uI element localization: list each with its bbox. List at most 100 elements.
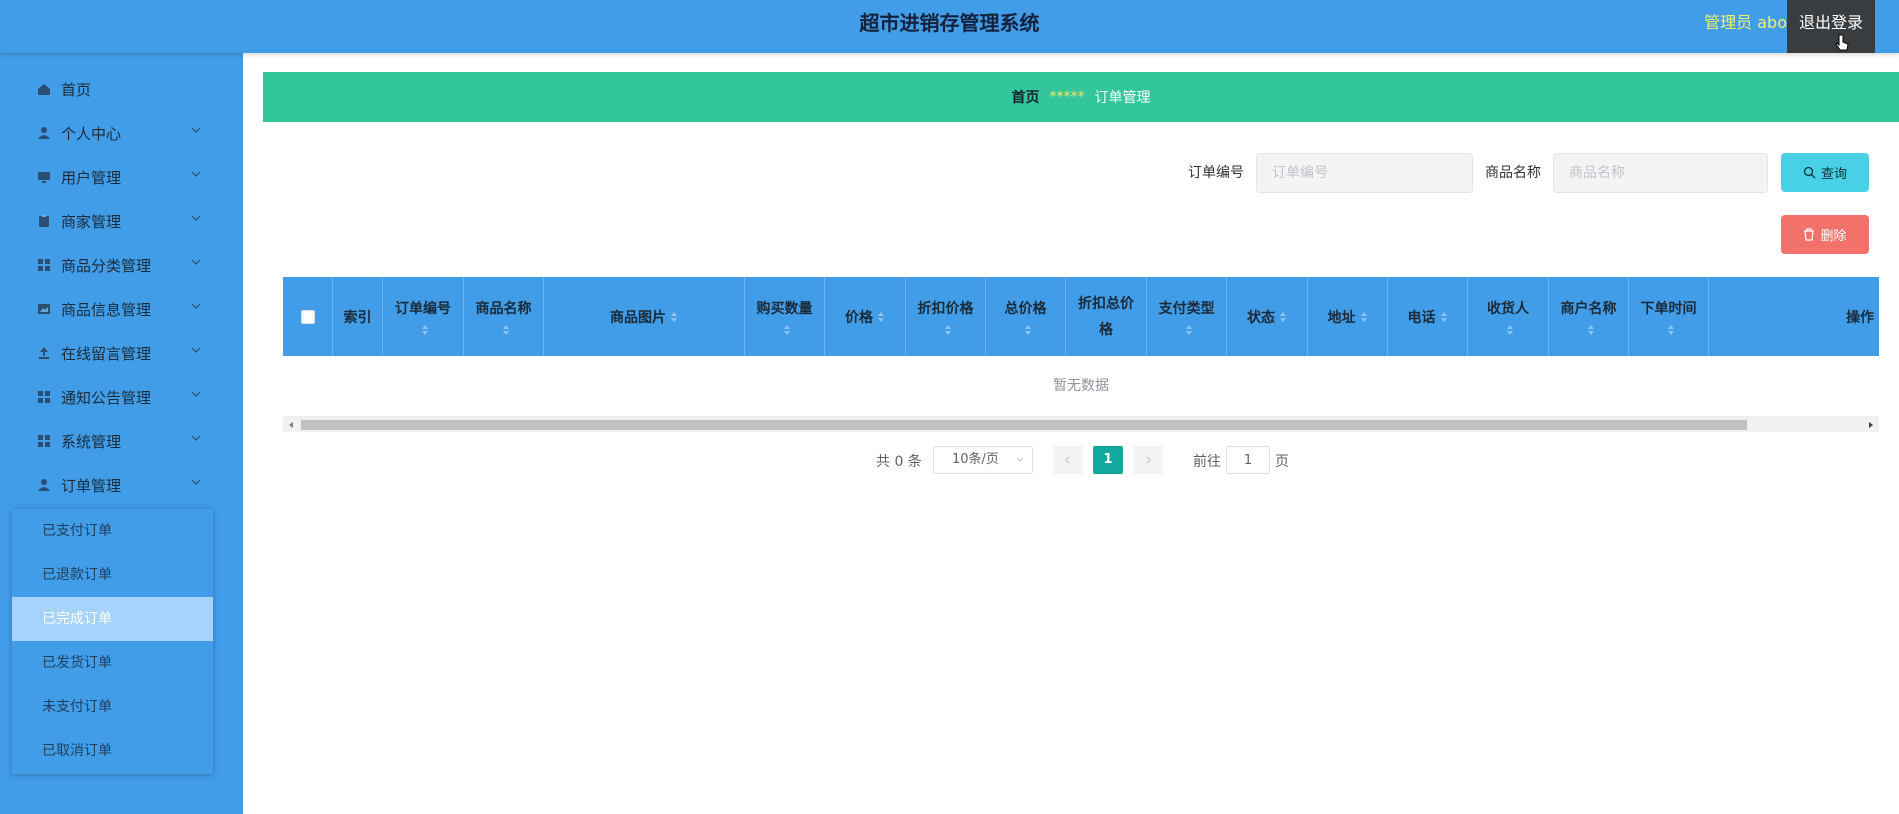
breadcrumb-current: 订单管理 [1094,90,1151,106]
clipboard-icon [39,215,49,227]
scrollbar-thumb[interactable] [301,420,1747,430]
sort-icon[interactable] [502,324,510,336]
sidebar-item-notices[interactable]: 通知公告管理 [0,375,243,419]
page-size-select[interactable]: 10条/页 [933,446,1033,474]
sort-icon[interactable] [877,311,885,323]
sidebar-item-users[interactable]: 用户管理 [0,155,243,199]
chevron-down-icon [191,259,201,265]
horizontal-scrollbar[interactable] [283,417,1879,432]
query-button-label: 查询 [1820,167,1847,182]
sidebar-item-label: 在线留言管理 [61,344,152,363]
sidebar-item-label: 商家管理 [61,212,122,231]
sidebar-item-system[interactable]: 系统管理 [0,419,243,463]
chevron-left-icon [1065,456,1070,464]
chevron-down-icon [191,391,201,397]
sidebar-item-label: 首页 [61,80,92,99]
goto-label: 前往 [1193,454,1221,470]
column-header[interactable]: 商品图片 [544,277,745,356]
trash-icon [1804,228,1815,241]
column-header[interactable]: 状态 [1227,277,1308,356]
sidebar-item-product-info[interactable]: 商品信息管理 [0,287,243,331]
next-page-button[interactable] [1133,446,1163,474]
chevron-down-icon [191,215,201,221]
order-no-input[interactable] [1256,153,1473,193]
column-header[interactable]: 折扣总价格 [1066,277,1147,356]
sidebar-item-label: 商品信息管理 [61,300,152,319]
delete-button[interactable]: 删除 [1781,215,1869,254]
column-header[interactable]: 商户名称 [1549,277,1629,356]
breadcrumb-home[interactable]: 首页 [1012,87,1040,107]
column-header[interactable]: 折扣价格 [906,277,986,356]
page-size-value: 10条/页 [952,452,999,467]
sort-icon[interactable] [1587,324,1595,336]
sidebar-item-messages[interactable]: 在线留言管理 [0,331,243,375]
column-header[interactable]: 电话 [1388,277,1468,356]
sidebar-item-label: 商品分类管理 [61,256,152,275]
prev-page-button[interactable] [1053,446,1083,474]
sidebar-item-merchants[interactable]: 商家管理 [0,199,243,243]
sidebar-item-label: 订单管理 [61,476,122,495]
sort-icon[interactable] [421,324,429,336]
breadcrumb-separator: ***** [1049,89,1085,105]
order-no-label: 订单编号 [1188,165,1244,181]
orders-table: 索引 订单编号 商品名称 商品图片 购买数量 价格 折扣价格 总价格 折扣总价格… [283,277,1879,432]
column-header[interactable]: 收货人 [1468,277,1549,356]
sort-icon[interactable] [783,324,791,336]
sort-icon[interactable] [670,311,678,323]
sidebar-item-home[interactable]: 首页 [0,67,243,111]
mouse-pointer-icon [1835,34,1849,51]
submenu-item-cancelled[interactable]: 已取消订单 [12,729,213,773]
sort-icon[interactable] [1185,324,1193,336]
scroll-right-icon[interactable] [1866,420,1876,430]
sidebar-item-orders[interactable]: 订单管理 [0,463,243,507]
sidebar-item-product-categories[interactable]: 商品分类管理 [0,243,243,287]
column-header[interactable]: 支付类型 [1147,277,1227,356]
delete-button-label: 删除 [1820,229,1847,244]
sort-icon[interactable] [1024,324,1032,336]
scroll-left-icon[interactable] [286,420,296,430]
table-header: 索引 订单编号 商品名称 商品图片 购买数量 价格 折扣价格 总价格 折扣总价格… [283,277,1879,356]
submenu-item-completed[interactable]: 已完成订单 [12,597,213,641]
column-header-label: 订单编号 [395,300,451,317]
empty-text: 暂无数据 [283,356,1879,417]
column-header: 索引 [333,277,383,356]
column-header[interactable]: 下单时间 [1629,277,1709,356]
submenu-item-paid[interactable]: 已支付订单 [12,509,213,553]
page-suffix: 页 [1275,454,1289,470]
submenu-item-unpaid[interactable]: 未支付订单 [12,685,213,729]
grid-icon [38,259,50,271]
query-button[interactable]: 查询 [1781,153,1869,192]
grid-icon [38,435,50,447]
column-header[interactable]: 地址 [1308,277,1388,356]
sort-icon[interactable] [1360,311,1368,323]
sort-icon[interactable] [1440,311,1448,323]
column-header-label: 折扣总价格 [1078,295,1134,338]
column-header-label: 购买数量 [756,300,813,317]
column-header[interactable]: 购买数量 [745,277,825,356]
logout-button[interactable]: 退出登录 [1787,0,1875,53]
current-page[interactable]: 1 [1093,446,1123,474]
sort-icon[interactable] [1506,324,1514,336]
column-header-label: 索引 [343,309,372,326]
sort-icon[interactable] [1667,324,1675,336]
submenu-item-refunded[interactable]: 已退款订单 [12,553,213,597]
column-header[interactable]: 价格 [825,277,906,356]
column-header[interactable]: 总价格 [986,277,1066,356]
column-header-label: 价格 [845,309,873,326]
upload-icon [39,347,49,359]
sort-icon[interactable] [1279,311,1287,323]
sort-icon[interactable] [944,324,952,336]
submenu-item-shipped[interactable]: 已发货订单 [12,641,213,685]
column-header[interactable]: 商品名称 [464,277,544,356]
select-all-checkbox[interactable] [300,309,315,324]
home-icon [38,84,50,95]
product-name-input[interactable] [1553,153,1768,193]
column-header[interactable]: 订单编号 [383,277,464,356]
sidebar-item-label: 用户管理 [61,168,122,187]
chevron-down-icon [1016,457,1024,462]
column-header: 操作 [1709,277,1879,356]
column-header-label: 总价格 [1004,300,1047,317]
sidebar-item-personal-center[interactable]: 个人中心 [0,111,243,155]
goto-page-input[interactable] [1226,446,1270,474]
column-header-label: 下单时间 [1640,300,1697,317]
